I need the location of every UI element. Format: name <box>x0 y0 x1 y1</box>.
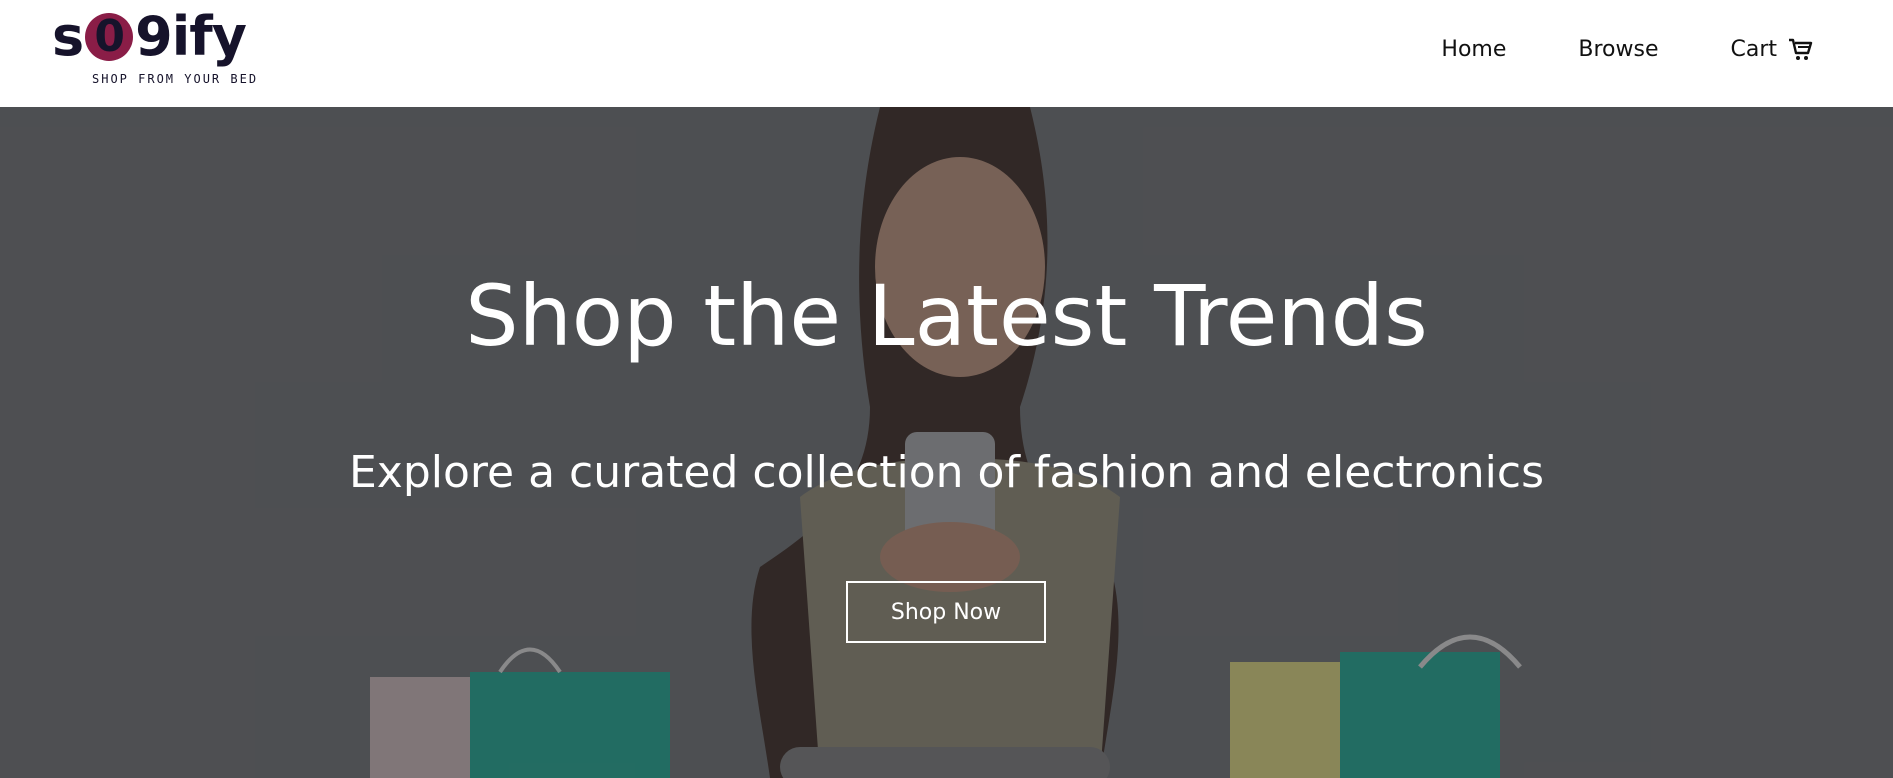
nav-link-browse[interactable]: Browse <box>1578 37 1658 62</box>
logo-circle-zero: 0 <box>85 13 134 61</box>
shopping-cart-icon <box>1787 36 1813 62</box>
nav-link-cart[interactable]: Cart <box>1730 36 1813 62</box>
navbar: s 0 9ify SHOP FROM YOUR BED Home Browse Ca… <box>0 0 1893 107</box>
hero-overlay <box>0 107 1893 778</box>
hero-title: Shop the Latest Trends <box>465 267 1428 365</box>
nav-link-home[interactable]: Home <box>1441 37 1506 62</box>
logo-wordmark: s 0 9ify <box>52 10 292 64</box>
logo-tagline: SHOP FROM YOUR BED <box>92 72 259 86</box>
hero-banner: Shop the Latest Trends Explore a curated… <box>0 107 1893 778</box>
logo-letters-9ify: 9ify <box>135 5 247 68</box>
hero-subtitle: Explore a curated collection of fashion … <box>348 447 1545 498</box>
main-nav: Home Browse Cart <box>1441 36 1813 62</box>
nav-link-cart-label: Cart <box>1730 36 1777 62</box>
logo-letter-s: s <box>52 5 84 68</box>
brand-logo[interactable]: s 0 9ify SHOP FROM YOUR BED <box>52 10 292 90</box>
shop-now-button[interactable]: Shop Now <box>846 581 1046 643</box>
